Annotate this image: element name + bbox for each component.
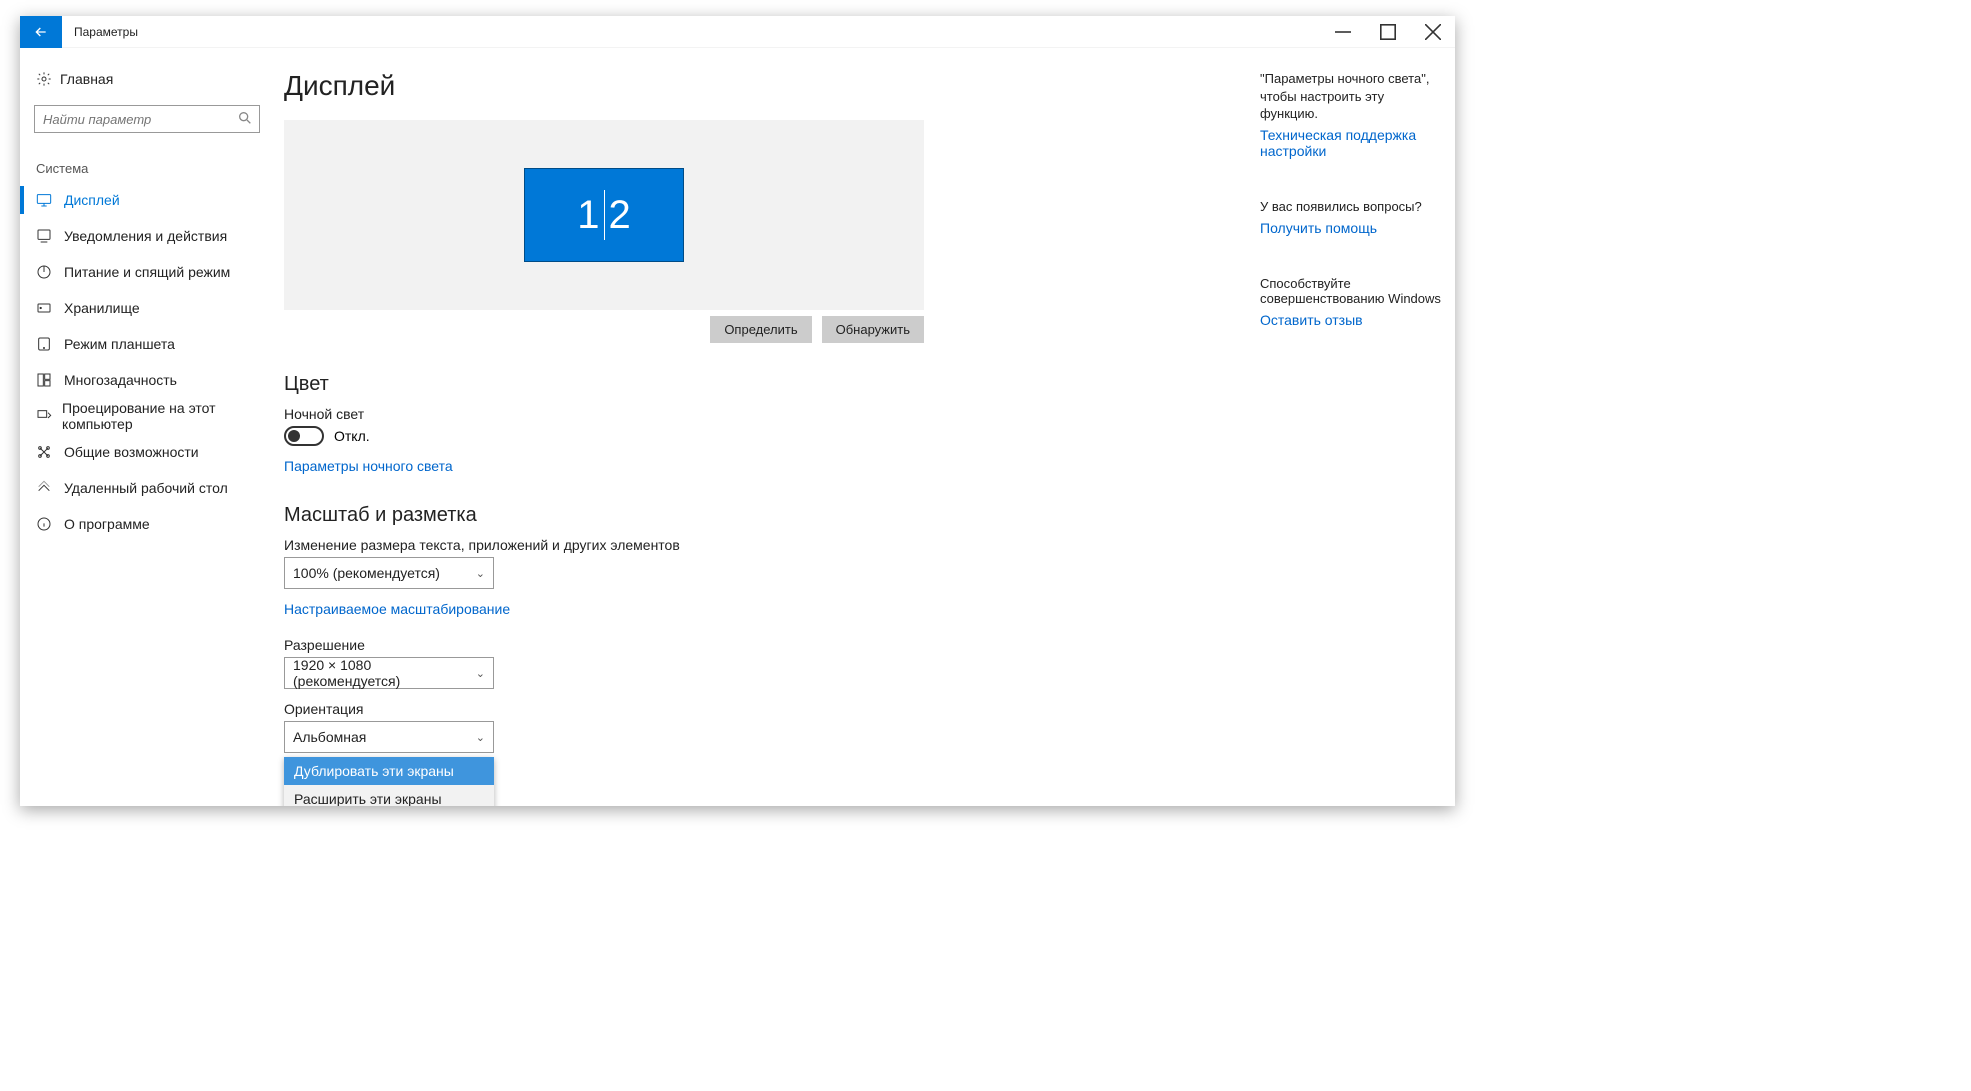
resolution-value: 1920 × 1080 (рекомендуется) <box>293 657 476 689</box>
sidebar-item-label: Питание и спящий режим <box>64 264 230 280</box>
sidebar-item-storage[interactable]: Хранилище <box>20 290 274 326</box>
sidebar-section-label: Система <box>20 133 274 182</box>
multitask-icon <box>36 372 64 388</box>
home-link[interactable]: Главная <box>20 63 274 95</box>
tablet-icon <box>36 336 64 352</box>
sidebar-item-about[interactable]: О программе <box>20 506 274 542</box>
sidebar-item-projecting[interactable]: Проецирование на этот компьютер <box>20 398 274 434</box>
back-button[interactable] <box>20 16 62 48</box>
get-help-link[interactable]: Получить помощь <box>1260 220 1443 236</box>
monitor-separator <box>604 190 605 240</box>
identify-button[interactable]: Определить <box>710 316 811 343</box>
sidebar-item-remote[interactable]: Удаленный рабочий стол <box>20 470 274 506</box>
scale-combobox[interactable]: 100% (рекомендуется) ⌄ <box>284 557 494 589</box>
minimize-button[interactable] <box>1320 16 1365 48</box>
gear-icon <box>36 71 60 87</box>
scale-value: 100% (рекомендуется) <box>293 565 440 581</box>
home-label: Главная <box>60 71 113 87</box>
info-tip-line: "Параметры ночного света", <box>1260 70 1443 88</box>
search-icon <box>237 110 253 129</box>
chevron-down-icon: ⌄ <box>476 567 485 580</box>
sidebar-item-display[interactable]: Дисплей <box>20 182 274 218</box>
display-arrangement-area[interactable]: 1 2 <box>284 120 924 310</box>
maximize-icon <box>1380 24 1396 40</box>
settings-window: Параметры Главная <box>20 16 1455 806</box>
sidebar-item-label: Хранилище <box>64 300 140 316</box>
search-box[interactable] <box>34 105 260 133</box>
orientation-label: Ориентация <box>284 701 1230 717</box>
display-action-row: Определить Обнаружить <box>284 310 924 343</box>
night-light-label: Ночной свет <box>284 406 1230 422</box>
page-title: Дисплей <box>284 70 1230 102</box>
tech-support-link[interactable]: Техническая поддержка настройки <box>1260 127 1443 159</box>
window-controls <box>1320 16 1455 48</box>
close-button[interactable] <box>1410 16 1455 48</box>
sidebar-item-label: Уведомления и действия <box>64 228 227 244</box>
sidebar-item-label: Общие возможности <box>64 444 199 460</box>
multiple-displays-dropdown: Дублировать эти экраны Расширить эти экр… <box>284 757 494 806</box>
info-pane: "Параметры ночного света", чтобы настрои… <box>1260 48 1455 806</box>
notification-icon <box>36 228 64 244</box>
resolution-combobox[interactable]: 1920 × 1080 (рекомендуется) ⌄ <box>284 657 494 689</box>
chevron-down-icon: ⌄ <box>476 667 485 680</box>
remote-icon <box>36 480 64 496</box>
sidebar-item-label: Дисплей <box>64 192 120 208</box>
night-light-state: Откл. <box>334 428 370 444</box>
orientation-value: Альбомная <box>293 729 366 745</box>
sidebar-item-power[interactable]: Питание и спящий режим <box>20 254 274 290</box>
night-light-settings-link[interactable]: Параметры ночного света <box>284 458 1230 474</box>
color-heading: Цвет <box>284 373 1230 396</box>
storage-icon <box>36 300 64 316</box>
maximize-button[interactable] <box>1365 16 1410 48</box>
search-input[interactable] <box>43 112 237 127</box>
questions-heading: У вас появились вопросы? <box>1260 199 1443 214</box>
sidebar-item-multitask[interactable]: Многозадачность <box>20 362 274 398</box>
sidebar-item-label: Удаленный рабочий стол <box>64 480 228 496</box>
shared-icon <box>36 444 64 460</box>
monitor-number-2: 2 <box>609 193 631 238</box>
sidebar-item-label: Многозадачность <box>64 372 177 388</box>
minimize-icon <box>1335 24 1351 40</box>
sidebar-item-label: О программе <box>64 516 150 532</box>
dropdown-item-extend[interactable]: Расширить эти экраны <box>284 785 494 806</box>
sidebar: Главная Система Дисплей Уведомления и де… <box>20 48 274 806</box>
sidebar-item-shared[interactable]: Общие возможности <box>20 434 274 470</box>
night-light-toggle[interactable] <box>284 426 324 446</box>
feedback-link[interactable]: Оставить отзыв <box>1260 312 1443 328</box>
info-icon <box>36 516 64 532</box>
custom-scaling-link[interactable]: Настраиваемое масштабирование <box>284 601 1230 617</box>
power-icon <box>36 264 64 280</box>
content-area: Дисплей 1 2 Определить Обнаружить Цвет Н… <box>274 48 1260 806</box>
close-icon <box>1425 24 1441 40</box>
titlebar: Параметры <box>20 16 1455 48</box>
dropdown-item-duplicate[interactable]: Дублировать эти экраны <box>284 757 494 785</box>
orientation-combobox[interactable]: Альбомная ⌄ <box>284 721 494 753</box>
monitor-tile[interactable]: 1 2 <box>524 168 684 262</box>
arrow-left-icon <box>33 24 49 40</box>
scale-heading: Масштаб и разметка <box>284 504 1230 527</box>
monitor-number-1: 1 <box>577 193 599 238</box>
feedback-heading: Способствуйте совершенствованию Windows <box>1260 276 1443 306</box>
info-tip-line: чтобы настроить эту функцию. <box>1260 88 1443 123</box>
sidebar-item-tablet[interactable]: Режим планшета <box>20 326 274 362</box>
monitor-icon <box>36 192 64 208</box>
scale-label: Изменение размера текста, приложений и д… <box>284 537 1230 553</box>
detect-button[interactable]: Обнаружить <box>822 316 924 343</box>
resolution-label: Разрешение <box>284 637 1230 653</box>
window-title: Параметры <box>74 25 138 39</box>
sidebar-item-label: Проецирование на этот компьютер <box>62 400 274 432</box>
sidebar-item-label: Режим планшета <box>64 336 175 352</box>
sidebar-item-notifications[interactable]: Уведомления и действия <box>20 218 274 254</box>
toggle-knob <box>288 430 300 442</box>
projecting-icon <box>36 408 62 424</box>
chevron-down-icon: ⌄ <box>476 731 485 744</box>
